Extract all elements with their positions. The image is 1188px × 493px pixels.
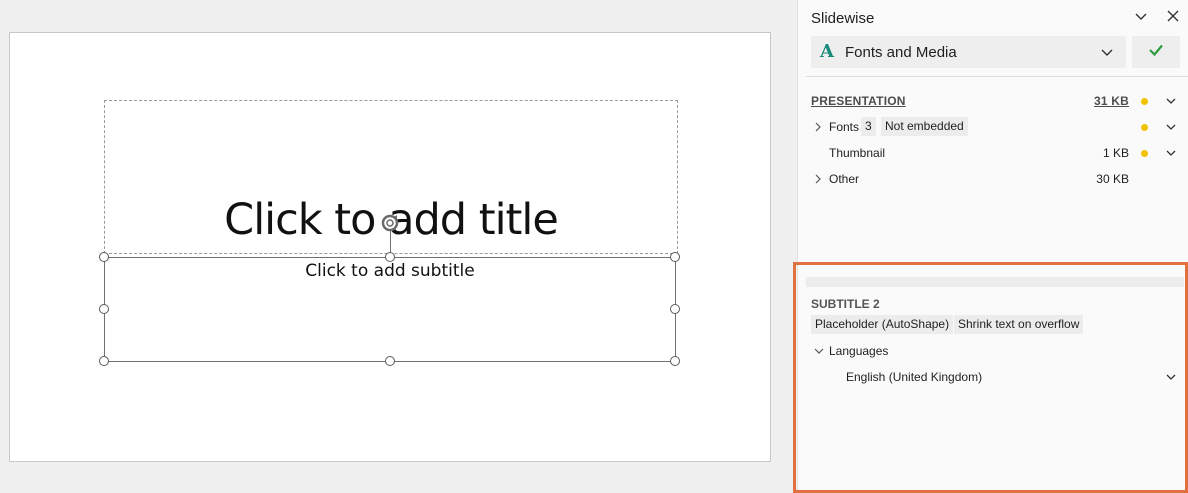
other-label: Other [829,172,860,186]
checkmark-icon [1147,41,1165,64]
chevron-down-icon[interactable] [1165,147,1177,162]
chevron-right-icon[interactable] [813,173,823,188]
warning-dot [1141,150,1148,157]
pane-title: Slidewise [811,10,875,27]
apply-button[interactable] [1132,36,1180,68]
chevron-down-icon[interactable] [1165,371,1177,386]
section-separator [806,277,1184,287]
chevron-down-icon[interactable] [813,345,825,360]
chevron-down-icon[interactable] [1165,95,1177,110]
warning-dot [1141,98,1148,105]
selection-tags-row: Placeholder (AutoShape) Shrink text on o… [798,314,1188,336]
selection-heading: SUBTITLE 2 [811,297,880,311]
list-item[interactable]: Other 30 KB [798,168,1188,190]
language-item: English (United Kingdom) [846,370,983,384]
chevron-down-icon [1100,45,1114,64]
languages-label: Languages [829,344,889,358]
other-size: 30 KB [1096,172,1129,186]
warning-dot [1141,124,1148,131]
resize-handle-top-right[interactable] [670,252,680,262]
resize-handle-bottom-right[interactable] [670,356,680,366]
resize-handle-top[interactable] [385,252,395,262]
fonts-count-badge: 3 [861,117,876,136]
view-selector-label: Fonts and Media [845,44,957,61]
list-item[interactable]: English (United Kingdom) [798,366,1188,388]
resize-handle-bottom-left[interactable] [99,356,109,366]
rotate-icon[interactable] [380,213,400,233]
presentation-size: 31 KB [1093,94,1129,108]
fonts-label: Fonts [829,120,860,134]
autofit-badge: Shrink text on overflow [954,315,1084,334]
slide[interactable]: Click to add title Click to add subtitle [9,32,771,462]
subtitle-placeholder-text[interactable]: Click to add subtitle [105,261,675,281]
chevron-down-icon [1134,9,1148,28]
chevron-right-icon[interactable] [813,121,823,136]
font-A-icon: A [820,41,834,62]
shape-type-badge: Placeholder (AutoShape) [811,315,954,334]
presentation-heading[interactable]: PRESENTATION [811,94,906,108]
close-icon [1166,9,1180,28]
presentation-section-row[interactable]: PRESENTATION 31 KB [798,90,1188,112]
subtitle-placeholder[interactable]: Click to add subtitle [104,257,676,362]
languages-row[interactable]: Languages [798,340,1188,362]
resize-handle-bottom[interactable] [385,356,395,366]
pane-header: Slidewise [798,0,1188,36]
slidewise-pane: Slidewise A Fonts and Media PRESENTATION… [797,0,1188,493]
thumbnail-label: Thumbnail [829,146,886,160]
close-pane-button[interactable] [1163,8,1183,28]
resize-handle-right[interactable] [670,304,680,314]
divider [806,76,1188,77]
resize-handle-left[interactable] [99,304,109,314]
chevron-down-icon[interactable] [1165,121,1177,136]
slide-canvas: Click to add title Click to add subtitle [0,0,797,493]
thumbnail-size: 1 KB [1102,146,1129,160]
list-item[interactable]: Thumbnail 1 KB [798,142,1188,164]
list-item[interactable]: Fonts 3 Not embedded [798,116,1188,138]
not-embedded-badge: Not embedded [881,117,968,136]
collapse-pane-button[interactable] [1131,8,1151,28]
view-selector-dropdown[interactable]: A Fonts and Media [811,36,1126,68]
resize-handle-top-left[interactable] [99,252,109,262]
